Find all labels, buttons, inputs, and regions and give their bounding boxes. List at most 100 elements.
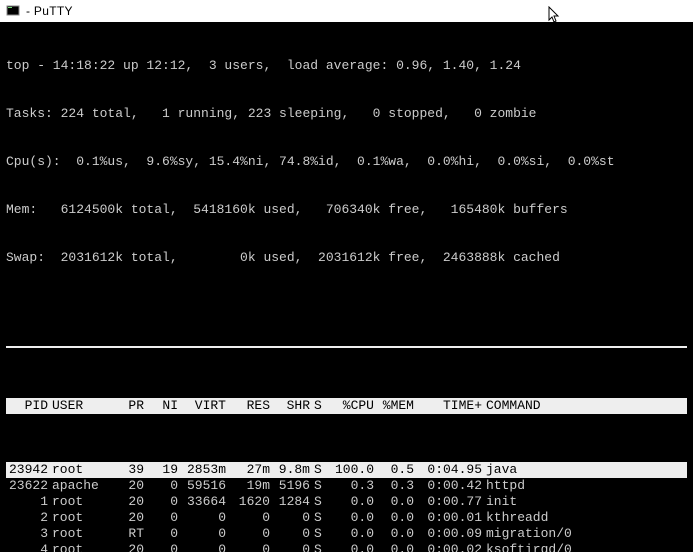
cell-time: 0:00.77 [418, 494, 482, 510]
cell-virt: 0 [182, 526, 226, 542]
cell-pid: 23942 [6, 462, 48, 478]
cell-res: 0 [230, 526, 270, 542]
col-res: RES [230, 398, 270, 414]
cell-time: 0:00.42 [418, 478, 482, 494]
cell-s: S [314, 526, 328, 542]
cell-command: httpd [486, 478, 687, 494]
cell-ni: 0 [148, 494, 178, 510]
col-virt: VIRT [182, 398, 226, 414]
cell-cpu: 0.0 [332, 494, 374, 510]
process-row: 1root2003366416201284S0.00.00:00.77init [6, 494, 687, 510]
cell-mem: 0.0 [378, 542, 414, 552]
process-table-header: PID USER PR NI VIRT RES SHR S %CPU %MEM … [6, 398, 687, 414]
cell-time: 0:00.02 [418, 542, 482, 552]
process-row: 4root200000S0.00.00:00.02ksoftirqd/0 [6, 542, 687, 552]
top-summary-line-2: Tasks: 224 total, 1 running, 223 sleepin… [6, 106, 687, 122]
cell-res: 19m [230, 478, 270, 494]
cell-virt: 2853m [182, 462, 226, 478]
cell-s: S [314, 510, 328, 526]
cell-mem: 0.0 [378, 526, 414, 542]
cell-pr: RT [114, 526, 144, 542]
putty-icon [6, 4, 20, 18]
col-pr: PR [114, 398, 144, 414]
col-command: COMMAND [486, 398, 687, 414]
col-user: USER [52, 398, 110, 414]
cell-user: root [52, 494, 110, 510]
cell-shr: 1284 [274, 494, 310, 510]
cell-mem: 0.0 [378, 510, 414, 526]
cell-user: apache [52, 478, 110, 494]
cell-pr: 39 [114, 462, 144, 478]
cell-virt: 0 [182, 510, 226, 526]
cell-time: 0:00.09 [418, 526, 482, 542]
cell-shr: 9.8m [274, 462, 310, 478]
cell-command: migration/0 [486, 526, 687, 542]
cell-ni: 0 [148, 510, 178, 526]
cell-res: 27m [230, 462, 270, 478]
col-s: S [314, 398, 328, 414]
mouse-cursor-icon [548, 6, 562, 24]
process-row: 23622apache2005951619m5196S0.30.30:00.42… [6, 478, 687, 494]
cell-cpu: 0.0 [332, 542, 374, 552]
cell-pid: 4 [6, 542, 48, 552]
cell-pr: 20 [114, 494, 144, 510]
process-row: 3rootRT0000S0.00.00:00.09migration/0 [6, 526, 687, 542]
cell-cpu: 0.3 [332, 478, 374, 494]
cell-pid: 1 [6, 494, 48, 510]
cell-user: root [52, 542, 110, 552]
window-titlebar[interactable]: - PuTTY [0, 0, 693, 22]
cell-command: ksoftirqd/0 [486, 542, 687, 552]
cell-shr: 0 [274, 510, 310, 526]
cell-pid: 23622 [6, 478, 48, 494]
process-row: 23942root39192853m27m9.8mS100.00.50:04.9… [6, 462, 687, 478]
col-ni: NI [148, 398, 178, 414]
cell-command: kthreadd [486, 510, 687, 526]
cell-mem: 0.0 [378, 494, 414, 510]
col-cpu: %CPU [332, 398, 374, 414]
cell-virt: 0 [182, 542, 226, 552]
cell-user: root [52, 510, 110, 526]
cell-ni: 19 [148, 462, 178, 478]
cell-res: 0 [230, 542, 270, 552]
cell-virt: 59516 [182, 478, 226, 494]
cell-pr: 20 [114, 510, 144, 526]
cell-pr: 20 [114, 542, 144, 552]
cell-user: root [52, 526, 110, 542]
top-summary-line-3: Cpu(s): 0.1%us, 9.6%sy, 15.4%ni, 74.8%id… [6, 154, 687, 170]
process-row: 2root200000S0.00.00:00.01kthreadd [6, 510, 687, 526]
cell-ni: 0 [148, 526, 178, 542]
cell-command: init [486, 494, 687, 510]
top-summary-line-4: Mem: 6124500k total, 5418160k used, 7063… [6, 202, 687, 218]
cell-cpu: 100.0 [332, 462, 374, 478]
cell-s: S [314, 462, 328, 478]
cell-shr: 0 [274, 526, 310, 542]
cell-ni: 0 [148, 542, 178, 552]
cell-user: root [52, 462, 110, 478]
terminal-output[interactable]: top - 14:18:22 up 12:12, 3 users, load a… [0, 22, 693, 552]
cell-pid: 3 [6, 526, 48, 542]
cell-s: S [314, 542, 328, 552]
cell-mem: 0.5 [378, 462, 414, 478]
cell-cpu: 0.0 [332, 510, 374, 526]
cell-shr: 5196 [274, 478, 310, 494]
top-summary-line-5: Swap: 2031612k total, 0k used, 2031612k … [6, 250, 687, 266]
cell-command: java [486, 462, 687, 478]
cell-s: S [314, 478, 328, 494]
col-pid: PID [6, 398, 48, 414]
window-title: - PuTTY [26, 4, 73, 18]
cell-cpu: 0.0 [332, 526, 374, 542]
cell-res: 1620 [230, 494, 270, 510]
cell-virt: 33664 [182, 494, 226, 510]
cell-pid: 2 [6, 510, 48, 526]
cell-shr: 0 [274, 542, 310, 552]
process-table-body: 23942root39192853m27m9.8mS100.00.50:04.9… [6, 462, 687, 552]
col-mem: %MEM [378, 398, 414, 414]
header-separator [6, 346, 687, 348]
cell-ni: 0 [148, 478, 178, 494]
col-shr: SHR [274, 398, 310, 414]
cell-res: 0 [230, 510, 270, 526]
cell-mem: 0.3 [378, 478, 414, 494]
cell-pr: 20 [114, 478, 144, 494]
col-time: TIME+ [418, 398, 482, 414]
cell-time: 0:00.01 [418, 510, 482, 526]
